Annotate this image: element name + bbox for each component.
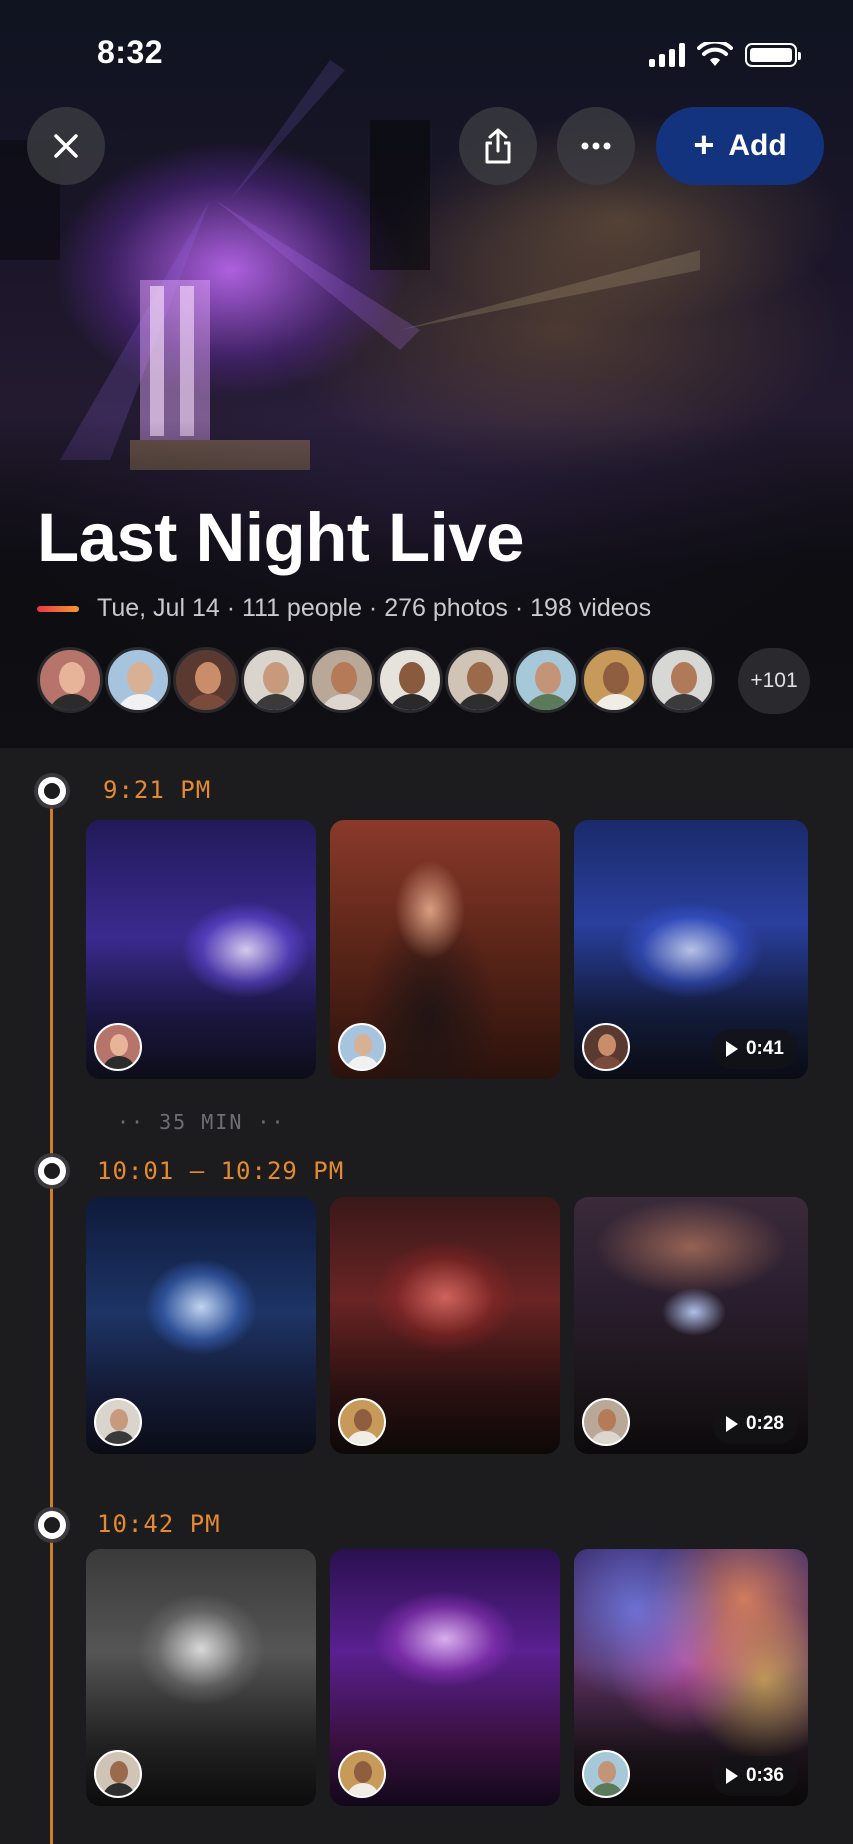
share-icon: [485, 128, 511, 164]
timeline-time: 10:42 PM: [97, 1510, 221, 1538]
photo-tile[interactable]: [86, 1197, 316, 1454]
photo-tile[interactable]: [86, 820, 316, 1079]
avatar: [582, 1398, 630, 1446]
video-tile[interactable]: 0:41: [574, 820, 808, 1079]
photo-tile[interactable]: [86, 1549, 316, 1806]
more-icon: [581, 142, 611, 150]
avatar[interactable]: [649, 647, 715, 713]
album-meta: Tue, Jul 14 · 111 people · 276 photos · …: [37, 594, 651, 623]
plus-icon: +: [693, 123, 715, 165]
timeline-time: 10:01 – 10:29 PM: [97, 1157, 345, 1185]
avatar[interactable]: [309, 647, 375, 713]
album-title: Last Night Live: [37, 499, 525, 576]
video-duration-badge: 0:36: [711, 1756, 798, 1796]
play-icon: [725, 1416, 738, 1432]
close-button[interactable]: [27, 107, 105, 185]
video-duration-badge: 0:41: [711, 1029, 798, 1069]
avatar[interactable]: [581, 647, 647, 713]
time-gap-label: ·· 35 MIN ··: [117, 1110, 286, 1134]
avatar: [94, 1750, 142, 1798]
timeline-dot: [38, 1157, 66, 1185]
photo-tile[interactable]: [330, 820, 560, 1079]
timeline-line: [50, 790, 53, 1844]
photo-tile[interactable]: [330, 1197, 560, 1454]
avatar[interactable]: [37, 647, 103, 713]
avatar: [94, 1023, 142, 1071]
close-icon: [54, 134, 78, 158]
participant-avatars[interactable]: [37, 647, 717, 713]
video-duration: 0:28: [745, 1413, 784, 1434]
video-tile[interactable]: 0:36: [574, 1549, 808, 1806]
avatar[interactable]: [445, 647, 511, 713]
avatar[interactable]: [173, 647, 239, 713]
wifi-icon: [697, 42, 733, 66]
status-time: 8:32: [97, 34, 164, 70]
accent-bar: [37, 605, 79, 612]
avatar[interactable]: [377, 647, 443, 713]
photo-tile[interactable]: [330, 1549, 560, 1806]
status-bar: 8:32: [0, 34, 853, 76]
play-icon: [725, 1768, 738, 1784]
avatar: [94, 1398, 142, 1446]
more-options-button[interactable]: [557, 107, 635, 185]
battery-icon: [745, 43, 801, 67]
video-duration: 0:41: [745, 1038, 784, 1059]
share-button[interactable]: [459, 107, 537, 185]
timeline-dot: [38, 777, 66, 805]
avatar[interactable]: [513, 647, 579, 713]
video-duration-badge: 0:28: [711, 1404, 798, 1444]
avatar[interactable]: [241, 647, 307, 713]
avatar: [338, 1398, 386, 1446]
signal-icon: [649, 43, 685, 67]
add-button[interactable]: + Add: [656, 107, 824, 185]
add-button-label: Add: [728, 129, 787, 162]
avatar: [338, 1750, 386, 1798]
timeline-dot: [38, 1511, 66, 1539]
more-participants-count[interactable]: +101: [738, 648, 810, 714]
avatar: [338, 1023, 386, 1071]
album-meta-text: Tue, Jul 14 · 111 people · 276 photos · …: [97, 594, 652, 622]
avatar: [582, 1023, 630, 1071]
avatar: [582, 1750, 630, 1798]
video-duration: 0:36: [745, 1765, 784, 1786]
play-icon: [725, 1041, 738, 1057]
avatar[interactable]: [105, 647, 171, 713]
video-tile[interactable]: 0:28: [574, 1197, 808, 1454]
timeline-time: 9:21 PM: [103, 776, 212, 804]
